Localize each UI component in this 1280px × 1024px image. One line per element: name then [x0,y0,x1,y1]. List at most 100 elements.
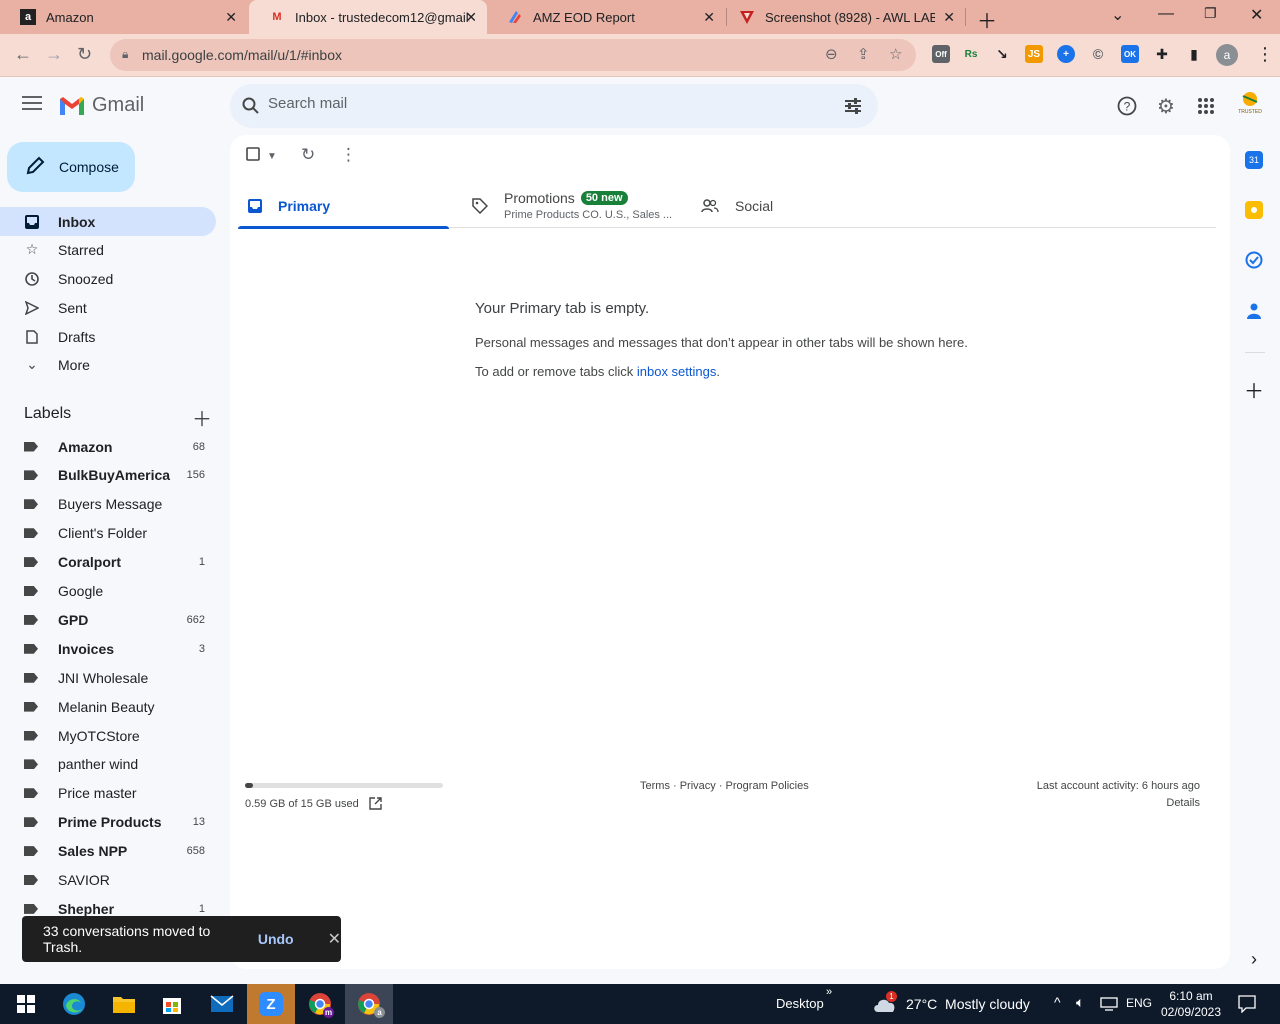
label-item[interactable]: JNI Wholesale [0,663,216,692]
extension-c-icon[interactable]: © [1089,45,1107,63]
close-icon[interactable]: ✕ [943,9,955,26]
gmail-logo[interactable]: Gmail [58,94,144,117]
close-icon[interactable]: ✕ [703,9,715,26]
search-options-icon[interactable] [844,97,862,115]
create-label-plus-icon[interactable]: ＋ [192,403,212,432]
tab-promotions[interactable]: Promotions 50 new Prime Products CO. U.S… [472,183,682,228]
apps-grid-icon[interactable] [1194,94,1218,118]
browser-tab-amz-eod[interactable]: AMZ EOD Report ✕ [487,0,725,34]
tab-search-chevron-icon[interactable]: ⌄ [1111,5,1124,25]
label-item[interactable]: Melanin Beauty [0,692,216,721]
tab-primary[interactable]: Primary [238,183,449,229]
label-item[interactable]: Price master [0,779,216,808]
label-item[interactable]: BulkBuyAmerica 156 [0,461,216,490]
search-icon[interactable] [242,97,260,115]
bookmark-star-icon[interactable]: ☆ [889,45,902,63]
chrome-profile-m-icon[interactable]: m [306,990,334,1018]
close-icon[interactable]: ✕ [465,9,477,26]
mail-icon[interactable] [208,990,236,1018]
label-item[interactable]: GPD 662 [0,605,216,634]
back-arrow-icon[interactable]: ← [14,44,32,65]
extensions-puzzle-icon[interactable]: ✚ [1153,45,1171,63]
desktop-toolbar[interactable]: Desktop [776,996,824,1011]
toolbar-expand-icon[interactable]: » [826,986,832,998]
language-indicator[interactable]: ENG [1126,996,1152,1010]
extension-plus-circle-icon[interactable]: + [1057,45,1075,63]
weather-text[interactable]: 27°C Mostly cloudy [906,996,1030,1012]
extension-cursor-icon[interactable]: ↘ [993,45,1011,63]
reload-icon[interactable]: ↻ [77,44,92,65]
nav-item-snoozed[interactable]: Snoozed [0,264,216,293]
browser-menu-icon[interactable]: ⋮ [1256,44,1274,65]
inbox-settings-link[interactable]: inbox settings [637,364,717,379]
label-item[interactable]: Prime Products 13 [0,808,216,837]
label-item[interactable]: Client's Folder [0,519,216,548]
volume-icon[interactable]: 🔈︎ [1076,994,1084,1011]
nav-item-inbox[interactable]: Inbox [0,207,216,236]
minimize-icon[interactable]: — [1158,5,1174,23]
show-side-panel-chevron-icon[interactable]: › [1245,949,1263,969]
extension-js-icon[interactable]: JS [1025,45,1043,63]
search-bar[interactable] [230,84,878,128]
label-item[interactable]: Sales NPP 658 [0,837,216,866]
share-icon[interactable]: ⇪ [857,45,870,63]
keep-icon[interactable] [1245,201,1263,219]
network-icon[interactable] [1100,997,1118,1014]
settings-gear-icon[interactable]: ⚙ [1154,94,1178,118]
label-item[interactable]: SAVIOR [0,866,216,895]
zoom-icon[interactable]: ⊖ [825,45,838,63]
address-bar[interactable]: 🔒︎ mail.google.com/mail/u/1/#inbox ⊖ ⇪ ☆ [110,39,916,71]
close-icon[interactable]: ✕ [328,929,341,949]
show-hidden-icons-chevron-icon[interactable]: ^ [1054,994,1061,1010]
zoom-app-icon[interactable]: Z [247,984,295,1024]
side-panel-icon[interactable]: ▮ [1185,45,1203,63]
account-avatar[interactable]: TRUSTED [1236,90,1264,120]
more-options-icon[interactable]: ⋮ [340,145,357,165]
search-input[interactable] [268,95,828,112]
extension-rs-icon[interactable]: Rs [962,45,980,63]
notification-center-icon[interactable] [1238,995,1256,1016]
refresh-icon[interactable]: ↻ [301,145,315,165]
nav-item-drafts[interactable]: Drafts [0,322,216,351]
windows-start-icon[interactable] [12,990,40,1018]
extension-ok-icon[interactable]: OK [1121,45,1139,63]
label-item[interactable]: Amazon 68 [0,432,216,461]
select-all-checkbox[interactable] [246,147,260,165]
forward-arrow-icon[interactable]: → [45,44,63,65]
contacts-icon[interactable] [1245,302,1263,320]
nav-item-sent[interactable]: Sent [0,293,216,322]
extension-off-icon[interactable]: Off [932,45,950,63]
details-link[interactable]: Details [1037,797,1200,809]
edge-browser-icon[interactable] [60,990,88,1018]
label-item[interactable]: panther wind [0,750,216,779]
nav-item-starred[interactable]: ☆ Starred [0,235,216,264]
close-icon[interactable]: ✕ [225,9,237,26]
external-link-icon[interactable] [369,797,382,810]
tab-social[interactable]: Social [701,183,911,228]
label-item[interactable]: Buyers Message [0,490,216,519]
label-item[interactable]: Google [0,577,216,606]
footer-links[interactable]: Terms · Privacy · Program Policies [640,780,809,792]
store-icon[interactable] [158,990,186,1018]
label-item[interactable]: MyOTCStore [0,721,216,750]
help-icon[interactable]: ? [1115,94,1139,118]
browser-tab-amazon[interactable]: a Amazon ✕ [0,0,247,34]
nav-item-more[interactable]: ⌄ More [0,350,216,379]
label-item[interactable]: Coralport 1 [0,548,216,577]
calendar-icon[interactable]: 31 [1245,151,1263,169]
new-tab-plus-icon[interactable]: ＋ [977,5,997,34]
undo-button[interactable]: Undo [258,931,294,947]
get-addons-plus-icon[interactable]: ＋ [1244,380,1264,403]
file-explorer-icon[interactable] [110,990,138,1018]
compose-button[interactable]: Compose [7,142,135,192]
label-item[interactable]: Invoices 3 [0,634,216,663]
clock[interactable]: 6:10 am 02/09/2023 [1160,988,1222,1020]
browser-tab-screenshot[interactable]: Screenshot (8928) - AWL LABEL ✕ [727,0,965,34]
browser-tab-gmail[interactable]: M Inbox - trustedecom12@gmail.com ✕ [249,0,487,34]
tasks-icon[interactable] [1245,251,1263,269]
profile-avatar[interactable]: a [1216,44,1238,66]
select-dropdown-icon[interactable]: ▼ [267,151,277,162]
main-menu-icon[interactable] [22,96,42,116]
restore-icon[interactable]: ❐ [1204,5,1217,22]
window-close-icon[interactable]: ✕ [1250,5,1263,25]
